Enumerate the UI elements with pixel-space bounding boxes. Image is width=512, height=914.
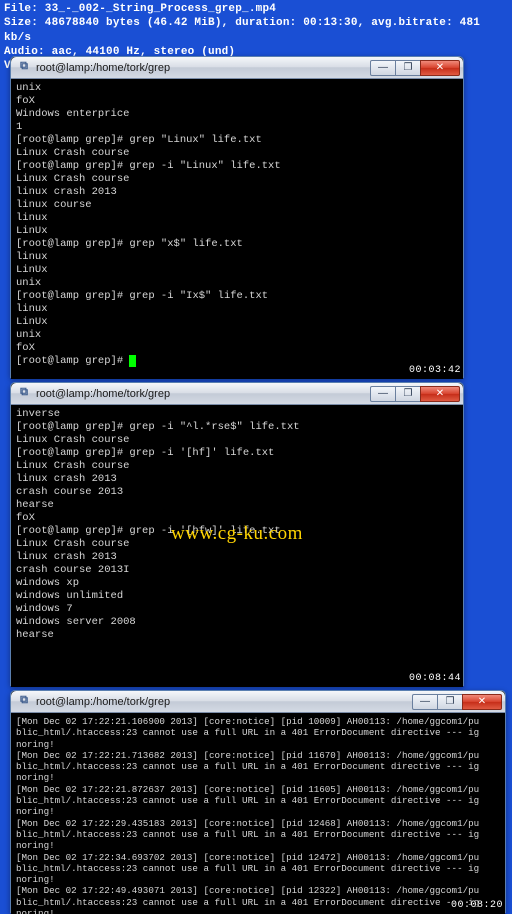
terminal-body[interactable]: unix foX Windows enterprice 1 [root@lamp… [11, 79, 463, 379]
minimize-button[interactable]: — [412, 694, 438, 710]
maximize-button[interactable]: ❐ [437, 694, 463, 710]
titlebar[interactable]: ⧉ root@lamp:/home/tork/grep — ❐ ✕ [11, 383, 463, 405]
minimize-button[interactable]: — [370, 386, 396, 402]
window-controls: — ❐ ✕ [371, 60, 460, 76]
maximize-button[interactable]: ❐ [395, 60, 421, 76]
maximize-button[interactable]: ❐ [395, 386, 421, 402]
window-title: root@lamp:/home/tork/grep [36, 62, 371, 74]
window-controls: — ❐ ✕ [371, 386, 460, 402]
window-controls: — ❐ ✕ [413, 694, 502, 710]
cursor [129, 355, 136, 367]
close-button[interactable]: ✕ [462, 694, 502, 710]
file-line: File: 33_-_002-_String_Process_grep_.mp4 [4, 2, 508, 16]
titlebar[interactable]: ⧉ root@lamp:/home/tork/grep — ❐ ✕ [11, 57, 463, 79]
terminal-window-3: ⧉ root@lamp:/home/tork/grep — ❐ ✕ [Mon D… [10, 690, 506, 913]
terminal-body[interactable]: inverse [root@lamp grep]# grep -i "^l.*r… [11, 405, 463, 687]
titlebar[interactable]: ⧉ root@lamp:/home/tork/grep — ❐ ✕ [11, 691, 505, 713]
terminal-icon: ⧉ [17, 61, 31, 75]
terminal-window-1: ⧉ root@lamp:/home/tork/grep — ❐ ✕ unix f… [10, 56, 464, 378]
terminal-icon: ⧉ [17, 387, 31, 401]
terminal-body[interactable]: [Mon Dec 02 17:22:21.106900 2013] [core:… [11, 713, 505, 914]
video-timestamp: 00:08:44 [409, 673, 461, 684]
close-button[interactable]: ✕ [420, 60, 460, 76]
terminal-window-2: ⧉ root@lamp:/home/tork/grep — ❐ ✕ invers… [10, 382, 464, 686]
window-title: root@lamp:/home/tork/grep [36, 388, 371, 400]
close-button[interactable]: ✕ [420, 386, 460, 402]
size-line: Size: 48678840 bytes (46.42 MiB), durati… [4, 16, 508, 45]
minimize-button[interactable]: — [370, 60, 396, 76]
terminal-icon: ⧉ [17, 695, 31, 709]
video-timestamp: 00:08:20 [451, 900, 503, 911]
video-timestamp: 00:03:42 [409, 365, 461, 376]
window-title: root@lamp:/home/tork/grep [36, 696, 413, 708]
